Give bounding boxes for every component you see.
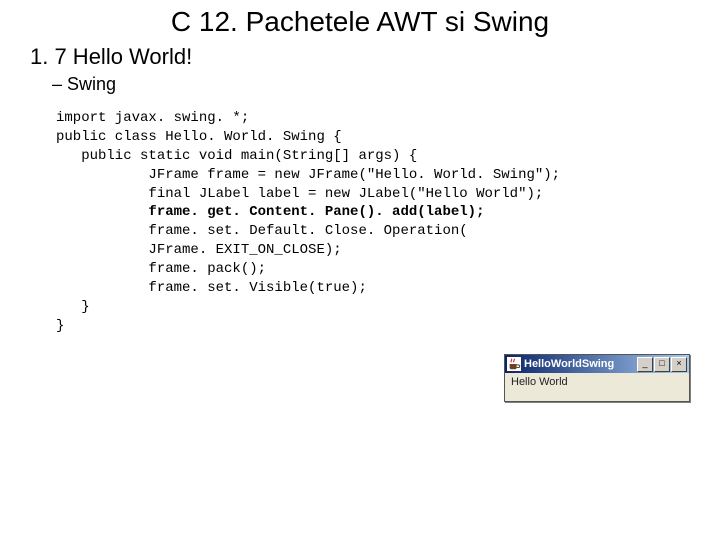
window-titlebar: HelloWorldSwing _ □ × xyxy=(505,355,689,373)
window-controls: _ □ × xyxy=(637,357,687,372)
code-line: public class Hello. World. Swing { xyxy=(56,129,342,145)
code-line-bold: frame. get. Content. Pane(). add(label); xyxy=(56,204,484,220)
code-line: JFrame. EXIT_ON_CLOSE); xyxy=(56,242,342,258)
code-line: frame. set. Default. Close. Operation( xyxy=(56,223,468,239)
close-button[interactable]: × xyxy=(671,357,687,372)
java-icon xyxy=(507,357,521,371)
maximize-button[interactable]: □ xyxy=(654,357,670,372)
demo-window: HelloWorldSwing _ □ × Hello World xyxy=(504,354,690,402)
window-title: HelloWorldSwing xyxy=(524,358,637,370)
page-title: C 12. Pachetele AWT si Swing xyxy=(20,6,700,38)
window-body: Hello World xyxy=(505,373,689,401)
code-line: } xyxy=(56,299,90,315)
code-line: frame. set. Visible(true); xyxy=(56,280,367,296)
code-line: JFrame frame = new JFrame("Hello. World.… xyxy=(56,167,560,183)
subsection-heading: – Swing xyxy=(52,74,700,95)
code-line: import javax. swing. *; xyxy=(56,110,249,126)
section-heading: 1. 7 Hello World! xyxy=(30,44,700,70)
code-line: } xyxy=(56,318,64,334)
code-line: public static void main(String[] args) { xyxy=(56,148,417,164)
code-line: frame. pack(); xyxy=(56,261,266,277)
code-block: import javax. swing. *; public class Hel… xyxy=(56,109,700,336)
minimize-button[interactable]: _ xyxy=(637,357,653,372)
slide: C 12. Pachetele AWT si Swing 1. 7 Hello … xyxy=(0,0,720,540)
code-line: final JLabel label = new JLabel("Hello W… xyxy=(56,186,543,202)
